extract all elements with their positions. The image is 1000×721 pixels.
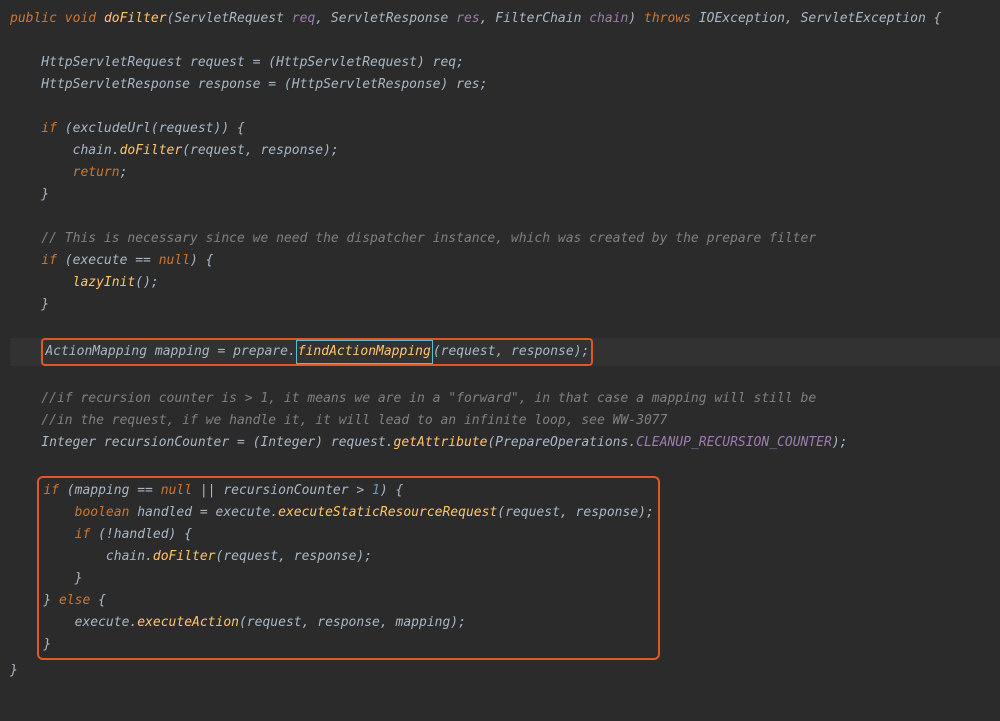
type: , FilterChain (480, 11, 590, 26)
line-chain-dofilter-2: chain.doFilter(request, response); (43, 549, 372, 564)
end: ); (832, 435, 848, 450)
kw-throws: throws (644, 11, 691, 26)
args: (request, response); (216, 549, 373, 564)
pre (10, 275, 73, 290)
fn-lazyInit: lazyInit (73, 275, 136, 290)
cond: (!handled) { (90, 527, 192, 542)
blank-line (10, 366, 1000, 388)
cond: (execute == (57, 253, 159, 268)
highlight-box-orange: ActionMapping mapping = prepare.findActi… (41, 338, 593, 366)
kw-if: if (10, 253, 57, 268)
space (96, 11, 104, 26)
paren: ) (628, 11, 644, 26)
kw-return: return (10, 165, 120, 180)
blank-line (10, 316, 1000, 338)
args: (request, response, mapping); (239, 615, 466, 630)
fn-executeStaticResourceRequest: executeStaticResourceRequest (278, 505, 497, 520)
line-boolean-handled: boolean handled = execute.executeStaticR… (43, 505, 654, 520)
end: ) { (380, 483, 403, 498)
fn-findActionMapping: findActionMapping (298, 344, 431, 359)
comment-recursion-1: //if recursion counter is > 1, it means … (10, 388, 1000, 410)
semi: ; (120, 165, 128, 180)
line-signature: public void doFilter(ServletRequest req,… (10, 8, 1000, 30)
line-else: } else { (43, 593, 106, 608)
comment-recursion-2: //in the request, if we handle it, it wi… (10, 410, 1000, 432)
or: || recursionCounter > (192, 483, 372, 498)
blank-line (10, 206, 1000, 228)
fn-executeAction: executeAction (137, 615, 239, 630)
cond: (mapping == (59, 483, 161, 498)
cond: (excludeUrl(request)) { (57, 121, 245, 136)
blank-line (10, 30, 1000, 52)
pre: chain. (10, 143, 120, 158)
args: (request, response); (433, 344, 590, 359)
pre: ActionMapping mapping = prepare. (45, 344, 295, 359)
line-lazyinit: lazyInit(); (10, 272, 1000, 294)
code-block: public void doFilter(ServletRequest req,… (10, 8, 1000, 682)
line-chain-dofilter: chain.doFilter(request, response); (10, 140, 1000, 162)
mid: (PrepareOperations. (487, 435, 636, 450)
close: } (43, 593, 59, 608)
fn-doFilter: doFilter (120, 143, 183, 158)
boxed-block-line: if (mapping == null || recursionCounter … (10, 476, 1000, 660)
kw-null: null (161, 483, 192, 498)
fn-doFilter: doFilter (153, 549, 216, 564)
line-if-execute-null: if (execute == null) { (10, 250, 1000, 272)
fn-getAttribute: getAttribute (394, 435, 488, 450)
param-req: req (292, 11, 315, 26)
throws-list: IOException, ServletException { (691, 11, 941, 26)
line-response-decl: HttpServletResponse response = (HttpServ… (10, 74, 1000, 96)
blank-line (10, 96, 1000, 118)
pre: execute. (43, 615, 137, 630)
blank-line (10, 454, 1000, 476)
line-close-brace: } (10, 184, 1000, 206)
brace: { (90, 593, 106, 608)
kw-if: if (43, 483, 59, 498)
line-executeAction: execute.executeAction(request, response,… (43, 615, 466, 630)
line-if-excludeurl: if (excludeUrl(request)) { (10, 118, 1000, 140)
highlight-box-block: if (mapping == null || recursionCounter … (37, 476, 660, 660)
kw-if: if (10, 121, 57, 136)
kw-public: public (10, 11, 57, 26)
highlight-box-cyan: findActionMapping (296, 340, 433, 364)
rest: handled = execute. (129, 505, 278, 520)
line-recursion-counter: Integer recursionCounter = (Integer) req… (10, 432, 1000, 454)
num-1: 1 (372, 483, 380, 498)
comment-dispatcher: // This is necessary since we need the d… (10, 228, 1000, 250)
line-close-brace: } (10, 294, 1000, 316)
line-if-mapping: if (mapping == null || recursionCounter … (43, 483, 403, 498)
args: (request, response); (182, 143, 339, 158)
line-request-decl: HttpServletRequest request = (HttpServle… (10, 52, 1000, 74)
type: ServletRequest (174, 11, 291, 26)
line-return: return; (10, 162, 1000, 184)
line-close-brace: } (43, 637, 51, 652)
param-res: res (456, 11, 479, 26)
paren: ) { (190, 253, 213, 268)
pre: Integer recursionCounter = (Integer) req… (10, 435, 394, 450)
pre: chain. (43, 549, 153, 564)
line-close-brace: } (43, 571, 82, 586)
space (57, 11, 65, 26)
kw-else: else (59, 593, 90, 608)
highlighted-line: ActionMapping mapping = prepare.findActi… (10, 338, 1000, 366)
param-chain: chain (589, 11, 628, 26)
kw-void: void (65, 11, 96, 26)
const-cleanup: CLEANUP_RECURSION_COUNTER (636, 435, 832, 450)
args: (request, response); (497, 505, 654, 520)
method-doFilter: doFilter (104, 11, 167, 26)
post: (); (135, 275, 158, 290)
kw-boolean: boolean (43, 505, 129, 520)
line-if-not-handled: if (!handled) { (43, 527, 192, 542)
kw-if: if (43, 527, 90, 542)
type: , ServletResponse (315, 11, 456, 26)
line-method-close: } (10, 660, 1000, 682)
kw-null: null (159, 253, 190, 268)
